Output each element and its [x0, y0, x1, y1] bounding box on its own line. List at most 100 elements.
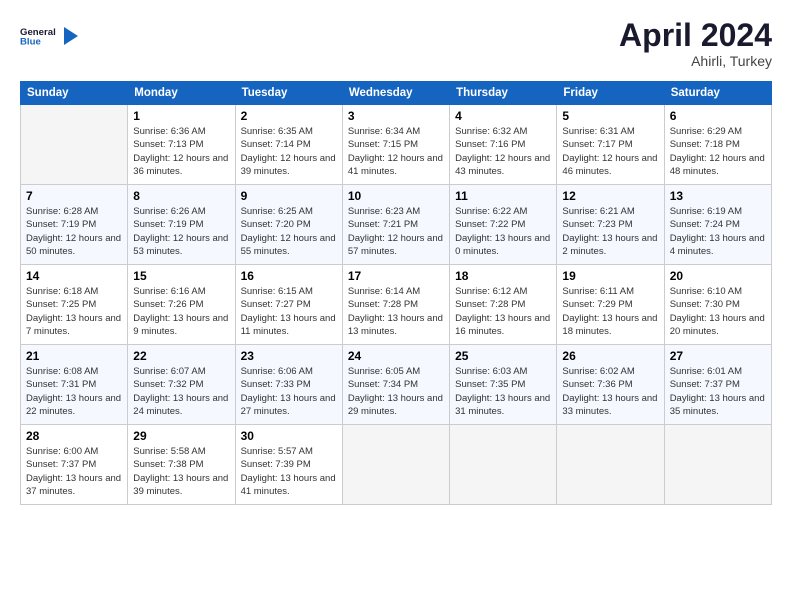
cell-info: Sunrise: 6:14 AM Sunset: 7:28 PM Dayligh…	[348, 285, 444, 338]
sunrise-text: Sunrise: 6:00 AM	[26, 445, 122, 458]
sunset-text: Sunset: 7:19 PM	[133, 218, 229, 231]
sunrise-text: Sunrise: 6:14 AM	[348, 285, 444, 298]
cell-info: Sunrise: 6:02 AM Sunset: 7:36 PM Dayligh…	[562, 365, 658, 418]
calendar-cell: 1 Sunrise: 6:36 AM Sunset: 7:13 PM Dayli…	[128, 105, 235, 185]
cell-info: Sunrise: 6:31 AM Sunset: 7:17 PM Dayligh…	[562, 125, 658, 178]
cell-info: Sunrise: 6:18 AM Sunset: 7:25 PM Dayligh…	[26, 285, 122, 338]
day-number: 22	[133, 349, 229, 363]
day-number: 21	[26, 349, 122, 363]
daylight-text: Daylight: 12 hours and 41 minutes.	[348, 152, 444, 179]
logo-svg: General Blue	[20, 18, 56, 54]
calendar-cell: 12 Sunrise: 6:21 AM Sunset: 7:23 PM Dayl…	[557, 185, 664, 265]
daylight-text: Daylight: 12 hours and 55 minutes.	[241, 232, 337, 259]
calendar-cell: 13 Sunrise: 6:19 AM Sunset: 7:24 PM Dayl…	[664, 185, 771, 265]
daylight-text: Daylight: 13 hours and 31 minutes.	[455, 392, 551, 419]
day-number: 4	[455, 109, 551, 123]
calendar-cell: 26 Sunrise: 6:02 AM Sunset: 7:36 PM Dayl…	[557, 345, 664, 425]
sunset-text: Sunset: 7:30 PM	[670, 298, 766, 311]
cell-info: Sunrise: 6:10 AM Sunset: 7:30 PM Dayligh…	[670, 285, 766, 338]
cell-info: Sunrise: 6:23 AM Sunset: 7:21 PM Dayligh…	[348, 205, 444, 258]
col-saturday: Saturday	[664, 82, 771, 105]
calendar-week-2: 7 Sunrise: 6:28 AM Sunset: 7:19 PM Dayli…	[21, 185, 772, 265]
location: Ahirli, Turkey	[619, 53, 772, 69]
calendar-cell: 24 Sunrise: 6:05 AM Sunset: 7:34 PM Dayl…	[342, 345, 449, 425]
daylight-text: Daylight: 12 hours and 36 minutes.	[133, 152, 229, 179]
daylight-text: Daylight: 13 hours and 7 minutes.	[26, 312, 122, 339]
day-number: 5	[562, 109, 658, 123]
day-number: 10	[348, 189, 444, 203]
logo-arrow-icon	[60, 25, 82, 47]
calendar-cell: 25 Sunrise: 6:03 AM Sunset: 7:35 PM Dayl…	[450, 345, 557, 425]
daylight-text: Daylight: 13 hours and 16 minutes.	[455, 312, 551, 339]
day-number: 1	[133, 109, 229, 123]
day-number: 11	[455, 189, 551, 203]
sunset-text: Sunset: 7:13 PM	[133, 138, 229, 151]
cell-info: Sunrise: 6:06 AM Sunset: 7:33 PM Dayligh…	[241, 365, 337, 418]
svg-text:Blue: Blue	[20, 36, 41, 47]
sunset-text: Sunset: 7:16 PM	[455, 138, 551, 151]
sunset-text: Sunset: 7:22 PM	[455, 218, 551, 231]
cell-info: Sunrise: 6:29 AM Sunset: 7:18 PM Dayligh…	[670, 125, 766, 178]
calendar-week-3: 14 Sunrise: 6:18 AM Sunset: 7:25 PM Dayl…	[21, 265, 772, 345]
sunrise-text: Sunrise: 6:21 AM	[562, 205, 658, 218]
cell-info: Sunrise: 6:00 AM Sunset: 7:37 PM Dayligh…	[26, 445, 122, 498]
sunset-text: Sunset: 7:31 PM	[26, 378, 122, 391]
sunset-text: Sunset: 7:15 PM	[348, 138, 444, 151]
daylight-text: Daylight: 12 hours and 50 minutes.	[26, 232, 122, 259]
cell-info: Sunrise: 6:11 AM Sunset: 7:29 PM Dayligh…	[562, 285, 658, 338]
daylight-text: Daylight: 12 hours and 57 minutes.	[348, 232, 444, 259]
calendar-cell: 7 Sunrise: 6:28 AM Sunset: 7:19 PM Dayli…	[21, 185, 128, 265]
day-number: 28	[26, 429, 122, 443]
daylight-text: Daylight: 13 hours and 29 minutes.	[348, 392, 444, 419]
day-number: 23	[241, 349, 337, 363]
sunrise-text: Sunrise: 6:02 AM	[562, 365, 658, 378]
day-number: 29	[133, 429, 229, 443]
calendar-cell	[342, 425, 449, 505]
sunset-text: Sunset: 7:27 PM	[241, 298, 337, 311]
calendar-cell: 4 Sunrise: 6:32 AM Sunset: 7:16 PM Dayli…	[450, 105, 557, 185]
sunrise-text: Sunrise: 5:58 AM	[133, 445, 229, 458]
sunrise-text: Sunrise: 6:11 AM	[562, 285, 658, 298]
daylight-text: Daylight: 13 hours and 37 minutes.	[26, 472, 122, 499]
sunset-text: Sunset: 7:34 PM	[348, 378, 444, 391]
sunrise-text: Sunrise: 6:18 AM	[26, 285, 122, 298]
cell-info: Sunrise: 6:32 AM Sunset: 7:16 PM Dayligh…	[455, 125, 551, 178]
sunset-text: Sunset: 7:17 PM	[562, 138, 658, 151]
sunrise-text: Sunrise: 6:25 AM	[241, 205, 337, 218]
cell-info: Sunrise: 6:01 AM Sunset: 7:37 PM Dayligh…	[670, 365, 766, 418]
calendar-cell	[664, 425, 771, 505]
cell-info: Sunrise: 6:28 AM Sunset: 7:19 PM Dayligh…	[26, 205, 122, 258]
calendar-week-5: 28 Sunrise: 6:00 AM Sunset: 7:37 PM Dayl…	[21, 425, 772, 505]
daylight-text: Daylight: 13 hours and 39 minutes.	[133, 472, 229, 499]
header-row: Sunday Monday Tuesday Wednesday Thursday…	[21, 82, 772, 105]
sunrise-text: Sunrise: 6:36 AM	[133, 125, 229, 138]
calendar-cell: 6 Sunrise: 6:29 AM Sunset: 7:18 PM Dayli…	[664, 105, 771, 185]
sunset-text: Sunset: 7:14 PM	[241, 138, 337, 151]
sunset-text: Sunset: 7:37 PM	[26, 458, 122, 471]
sunrise-text: Sunrise: 6:28 AM	[26, 205, 122, 218]
cell-info: Sunrise: 6:26 AM Sunset: 7:19 PM Dayligh…	[133, 205, 229, 258]
calendar-cell: 19 Sunrise: 6:11 AM Sunset: 7:29 PM Dayl…	[557, 265, 664, 345]
sunrise-text: Sunrise: 5:57 AM	[241, 445, 337, 458]
day-number: 6	[670, 109, 766, 123]
sunset-text: Sunset: 7:33 PM	[241, 378, 337, 391]
sunrise-text: Sunrise: 6:34 AM	[348, 125, 444, 138]
calendar-cell: 5 Sunrise: 6:31 AM Sunset: 7:17 PM Dayli…	[557, 105, 664, 185]
day-number: 19	[562, 269, 658, 283]
calendar-cell: 30 Sunrise: 5:57 AM Sunset: 7:39 PM Dayl…	[235, 425, 342, 505]
calendar-cell: 3 Sunrise: 6:34 AM Sunset: 7:15 PM Dayli…	[342, 105, 449, 185]
day-number: 25	[455, 349, 551, 363]
sunrise-text: Sunrise: 6:05 AM	[348, 365, 444, 378]
col-wednesday: Wednesday	[342, 82, 449, 105]
calendar-cell: 10 Sunrise: 6:23 AM Sunset: 7:21 PM Dayl…	[342, 185, 449, 265]
sunrise-text: Sunrise: 6:29 AM	[670, 125, 766, 138]
day-number: 3	[348, 109, 444, 123]
daylight-text: Daylight: 12 hours and 46 minutes.	[562, 152, 658, 179]
sunset-text: Sunset: 7:21 PM	[348, 218, 444, 231]
day-number: 30	[241, 429, 337, 443]
daylight-text: Daylight: 13 hours and 35 minutes.	[670, 392, 766, 419]
sunrise-text: Sunrise: 6:07 AM	[133, 365, 229, 378]
day-number: 13	[670, 189, 766, 203]
sunrise-text: Sunrise: 6:08 AM	[26, 365, 122, 378]
calendar-cell: 21 Sunrise: 6:08 AM Sunset: 7:31 PM Dayl…	[21, 345, 128, 425]
